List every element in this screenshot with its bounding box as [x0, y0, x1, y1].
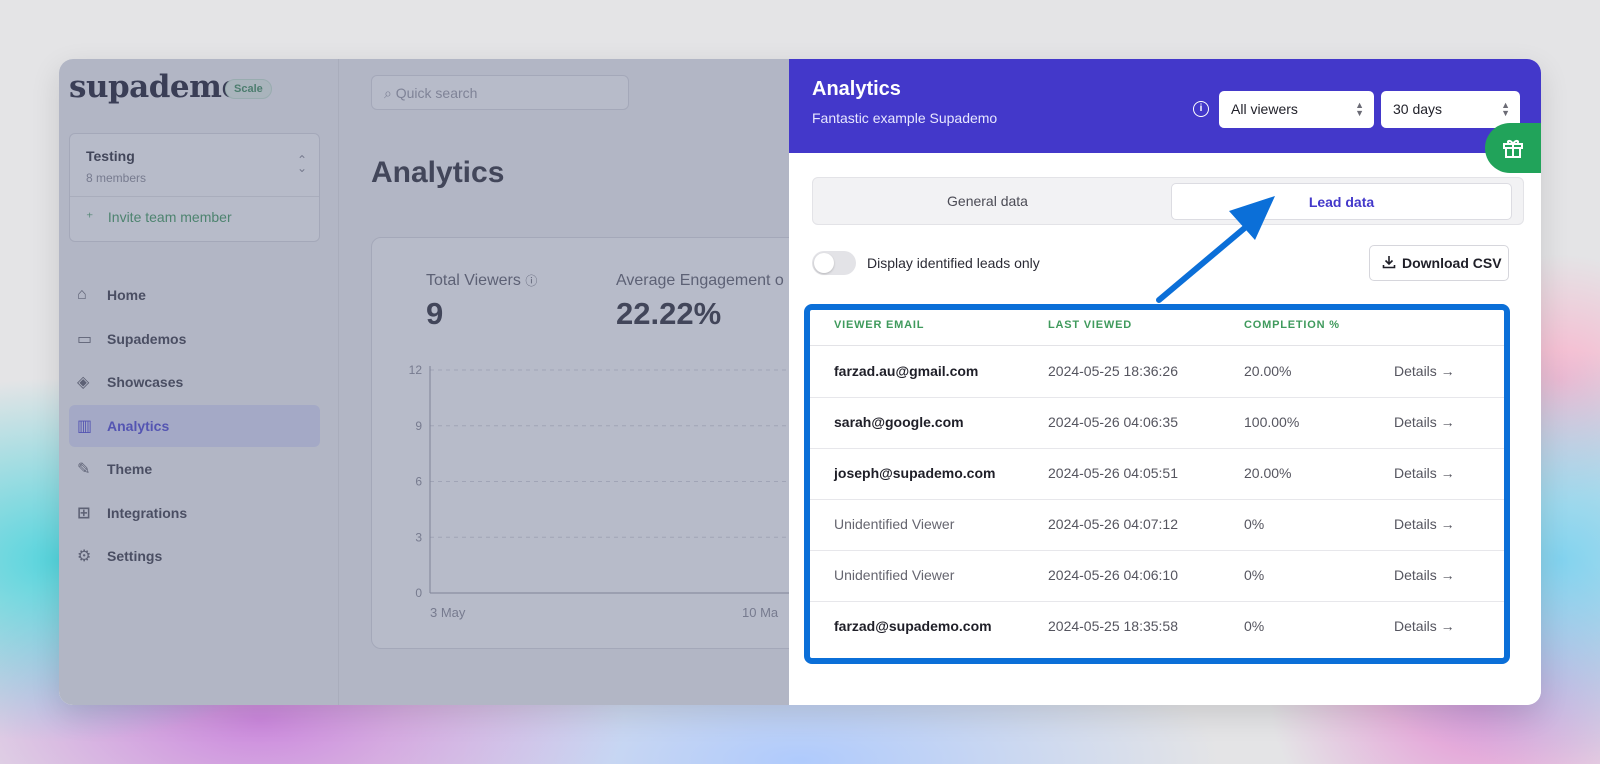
analytics-panel: Analytics Fantastic example Supademo i A…: [789, 59, 1541, 705]
background-app: supademo Scale Testing 8 members ⌃ ⌄ ⁺ In…: [59, 59, 812, 705]
table-row: farzad@supademo.com 2024-05-25 18:35:58 0%…: [810, 601, 1504, 653]
chevron-updown-icon: ▲ ▼: [1355, 100, 1364, 118]
table-row: sarah@google.com 2024-05-26 04:06:35 100.0…: [810, 397, 1504, 449]
table-row: joseph@supademo.com 2024-05-26 04:05:51 20…: [810, 448, 1504, 500]
modal-overlay[interactable]: [59, 59, 789, 705]
cell-completion: 100.00%: [1244, 414, 1300, 430]
cell-completion: 0%: [1244, 567, 1265, 583]
cell-last-viewed: 2024-05-26 04:06:10: [1048, 567, 1178, 583]
cell-completion: 20.00%: [1244, 465, 1292, 481]
cell-viewer-email: farzad@supademo.com: [834, 618, 992, 634]
panel-subtitle: Fantastic example Supademo: [812, 110, 998, 126]
date-range-value: 30 days: [1393, 101, 1443, 117]
table-header: VIEWER EMAIL LAST VIEWED COMPLETION %: [810, 310, 1504, 346]
gift-button[interactable]: [1485, 123, 1541, 173]
tab-general-data[interactable]: General data: [817, 183, 1158, 220]
cell-viewer-email: joseph@supademo.com: [834, 465, 996, 481]
download-label: Download CSV: [1402, 255, 1502, 271]
column-completion[interactable]: COMPLETION %: [1244, 319, 1340, 331]
chevron-updown-icon: ▲ ▼: [1501, 100, 1510, 118]
table-row: farzad.au@gmail.com 2024-05-25 18:36:26 20…: [810, 346, 1504, 398]
toggle-label: Display identified leads only: [867, 255, 1040, 271]
details-link[interactable]: Details →: [1394, 516, 1455, 532]
panel-header: Analytics Fantastic example Supademo i A…: [789, 59, 1541, 153]
details-link[interactable]: Details →: [1394, 567, 1455, 583]
toggle-knob: [814, 253, 834, 273]
cell-viewer-email: sarah@google.com: [834, 414, 964, 430]
leads-table: VIEWER EMAIL LAST VIEWED COMPLETION % fa…: [804, 304, 1510, 664]
cell-last-viewed: 2024-05-26 04:06:35: [1048, 414, 1178, 430]
details-link[interactable]: Details →: [1394, 618, 1455, 634]
panel-title: Analytics: [812, 78, 901, 100]
details-link[interactable]: Details →: [1394, 414, 1455, 430]
identified-leads-toggle[interactable]: [812, 251, 856, 275]
cell-completion: 0%: [1244, 618, 1265, 634]
viewer-filter-value: All viewers: [1231, 101, 1298, 117]
details-link[interactable]: Details →: [1394, 363, 1455, 379]
cell-last-viewed: 2024-05-26 04:07:12: [1048, 516, 1178, 532]
date-range-select[interactable]: 30 days ▲ ▼: [1381, 91, 1520, 128]
cell-completion: 20.00%: [1244, 363, 1292, 379]
cell-last-viewed: 2024-05-25 18:35:58: [1048, 618, 1178, 634]
tab-lead-data[interactable]: Lead data: [1171, 183, 1512, 220]
cell-viewer-email: farzad.au@gmail.com: [834, 363, 979, 379]
details-link[interactable]: Details →: [1394, 465, 1455, 481]
viewer-filter-select[interactable]: All viewers ▲ ▼: [1219, 91, 1374, 128]
table-row: Unidentified Viewer 2024-05-26 04:07:12 0%…: [810, 499, 1504, 551]
table-row: Unidentified Viewer 2024-05-26 04:06:10 0%…: [810, 550, 1504, 602]
cell-last-viewed: 2024-05-25 18:36:26: [1048, 363, 1178, 379]
cell-viewer-email: Unidentified Viewer: [834, 516, 955, 532]
cell-last-viewed: 2024-05-26 04:05:51: [1048, 465, 1178, 481]
gift-icon: [1503, 140, 1523, 158]
download-csv-button[interactable]: Download CSV: [1369, 245, 1509, 281]
info-icon[interactable]: i: [1193, 101, 1209, 117]
column-last-viewed[interactable]: LAST VIEWED: [1048, 319, 1132, 331]
app-window: supademo Scale Testing 8 members ⌃ ⌄ ⁺ In…: [59, 59, 1541, 705]
cell-completion: 0%: [1244, 516, 1265, 532]
data-tabs: General data Lead data: [812, 177, 1524, 225]
download-icon: [1382, 255, 1396, 272]
cell-viewer-email: Unidentified Viewer: [834, 567, 955, 583]
column-viewer-email[interactable]: VIEWER EMAIL: [834, 319, 924, 331]
